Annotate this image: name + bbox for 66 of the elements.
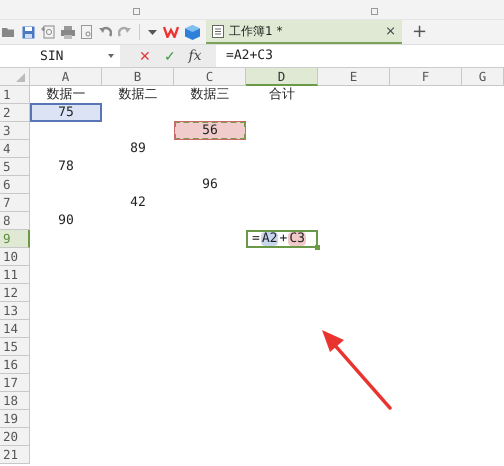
select-all-icon[interactable] [16, 73, 25, 82]
row-header[interactable]: 4 [0, 140, 30, 158]
column-header[interactable]: C [174, 68, 246, 86]
formula-operator: + [279, 232, 288, 246]
close-tab-button[interactable]: × [385, 24, 396, 38]
cube-icon[interactable] [185, 24, 200, 40]
column-header[interactable]: A [30, 68, 102, 86]
table-cell: 56 [174, 122, 246, 140]
row-header[interactable]: 15 [0, 338, 30, 356]
folder-icon[interactable] [2, 26, 16, 38]
table-cell-text: 90 [57, 212, 75, 230]
print-preview-icon[interactable] [81, 25, 93, 39]
table-cell-text: 数据一 [46, 86, 86, 104]
tab-title: 工作簿1 * [229, 22, 284, 40]
table-cell-text: 数据二 [118, 86, 158, 104]
editing-cell[interactable]: =A2+C3 [246, 230, 318, 248]
row-header[interactable]: 12 [0, 284, 30, 302]
row-header[interactable]: 7 [0, 194, 30, 212]
redo-icon[interactable] [118, 26, 131, 38]
row-header[interactable]: 8 [0, 212, 30, 230]
zigzag-logo-icon[interactable] [163, 26, 179, 38]
column-header[interactable]: G [462, 68, 504, 86]
table-cell-text: 数据三 [190, 86, 230, 104]
cancel-button[interactable]: ✕ [134, 48, 156, 64]
row-header[interactable]: 17 [0, 374, 30, 392]
column-header[interactable]: E [318, 68, 390, 86]
row-header[interactable]: 18 [0, 392, 30, 410]
row-header[interactable]: 6 [0, 176, 30, 194]
table-cell-text: 42 [129, 194, 147, 212]
row-header[interactable]: 19 [0, 410, 30, 428]
row-header[interactable]: 16 [0, 356, 30, 374]
document-tab[interactable]: 工作簿1 * × [206, 20, 402, 44]
row-header[interactable]: 21 [0, 446, 30, 464]
formula-field[interactable]: =A2+C3 [216, 45, 504, 67]
column-header[interactable]: F [390, 68, 462, 86]
row-header[interactable]: 2 [0, 104, 30, 122]
row-header[interactable]: 14 [0, 320, 30, 338]
row-header[interactable]: 10 [0, 248, 30, 266]
cell-reference: C3 [288, 232, 306, 246]
dialog-launcher-icon[interactable] [133, 8, 140, 15]
table-cell-text: 89 [129, 140, 147, 158]
print-icon[interactable] [61, 26, 75, 38]
table-cell: 75 [30, 104, 102, 122]
table-cell-text: 合计 [268, 86, 296, 104]
column-header[interactable]: B [102, 68, 174, 86]
row-header[interactable]: 5 [0, 158, 30, 176]
dropdown-caret-icon[interactable] [148, 30, 157, 34]
spreadsheet-icon [212, 24, 224, 38]
row-header[interactable]: 13 [0, 302, 30, 320]
save-icon[interactable] [22, 26, 35, 38]
row-header[interactable]: 1 [0, 86, 30, 104]
name-box[interactable]: SIN [0, 45, 120, 67]
new-tab-button[interactable]: + [408, 23, 432, 41]
row-header[interactable]: 11 [0, 266, 30, 284]
formula-operator: = [252, 232, 260, 246]
row-header[interactable]: 20 [0, 428, 30, 446]
undo-icon[interactable] [99, 26, 112, 38]
table-cell-text: 96 [201, 176, 219, 194]
row-header[interactable]: 3 [0, 122, 30, 140]
dropdown-caret-icon[interactable] [108, 54, 114, 58]
dialog-launcher-icon[interactable] [371, 8, 378, 15]
column-header[interactable]: D [246, 68, 318, 86]
insert-function-button[interactable]: fx [184, 48, 206, 64]
table-cell-text: 78 [57, 158, 75, 176]
document-icon[interactable] [41, 25, 55, 39]
cell-reference: A2 [260, 232, 278, 246]
